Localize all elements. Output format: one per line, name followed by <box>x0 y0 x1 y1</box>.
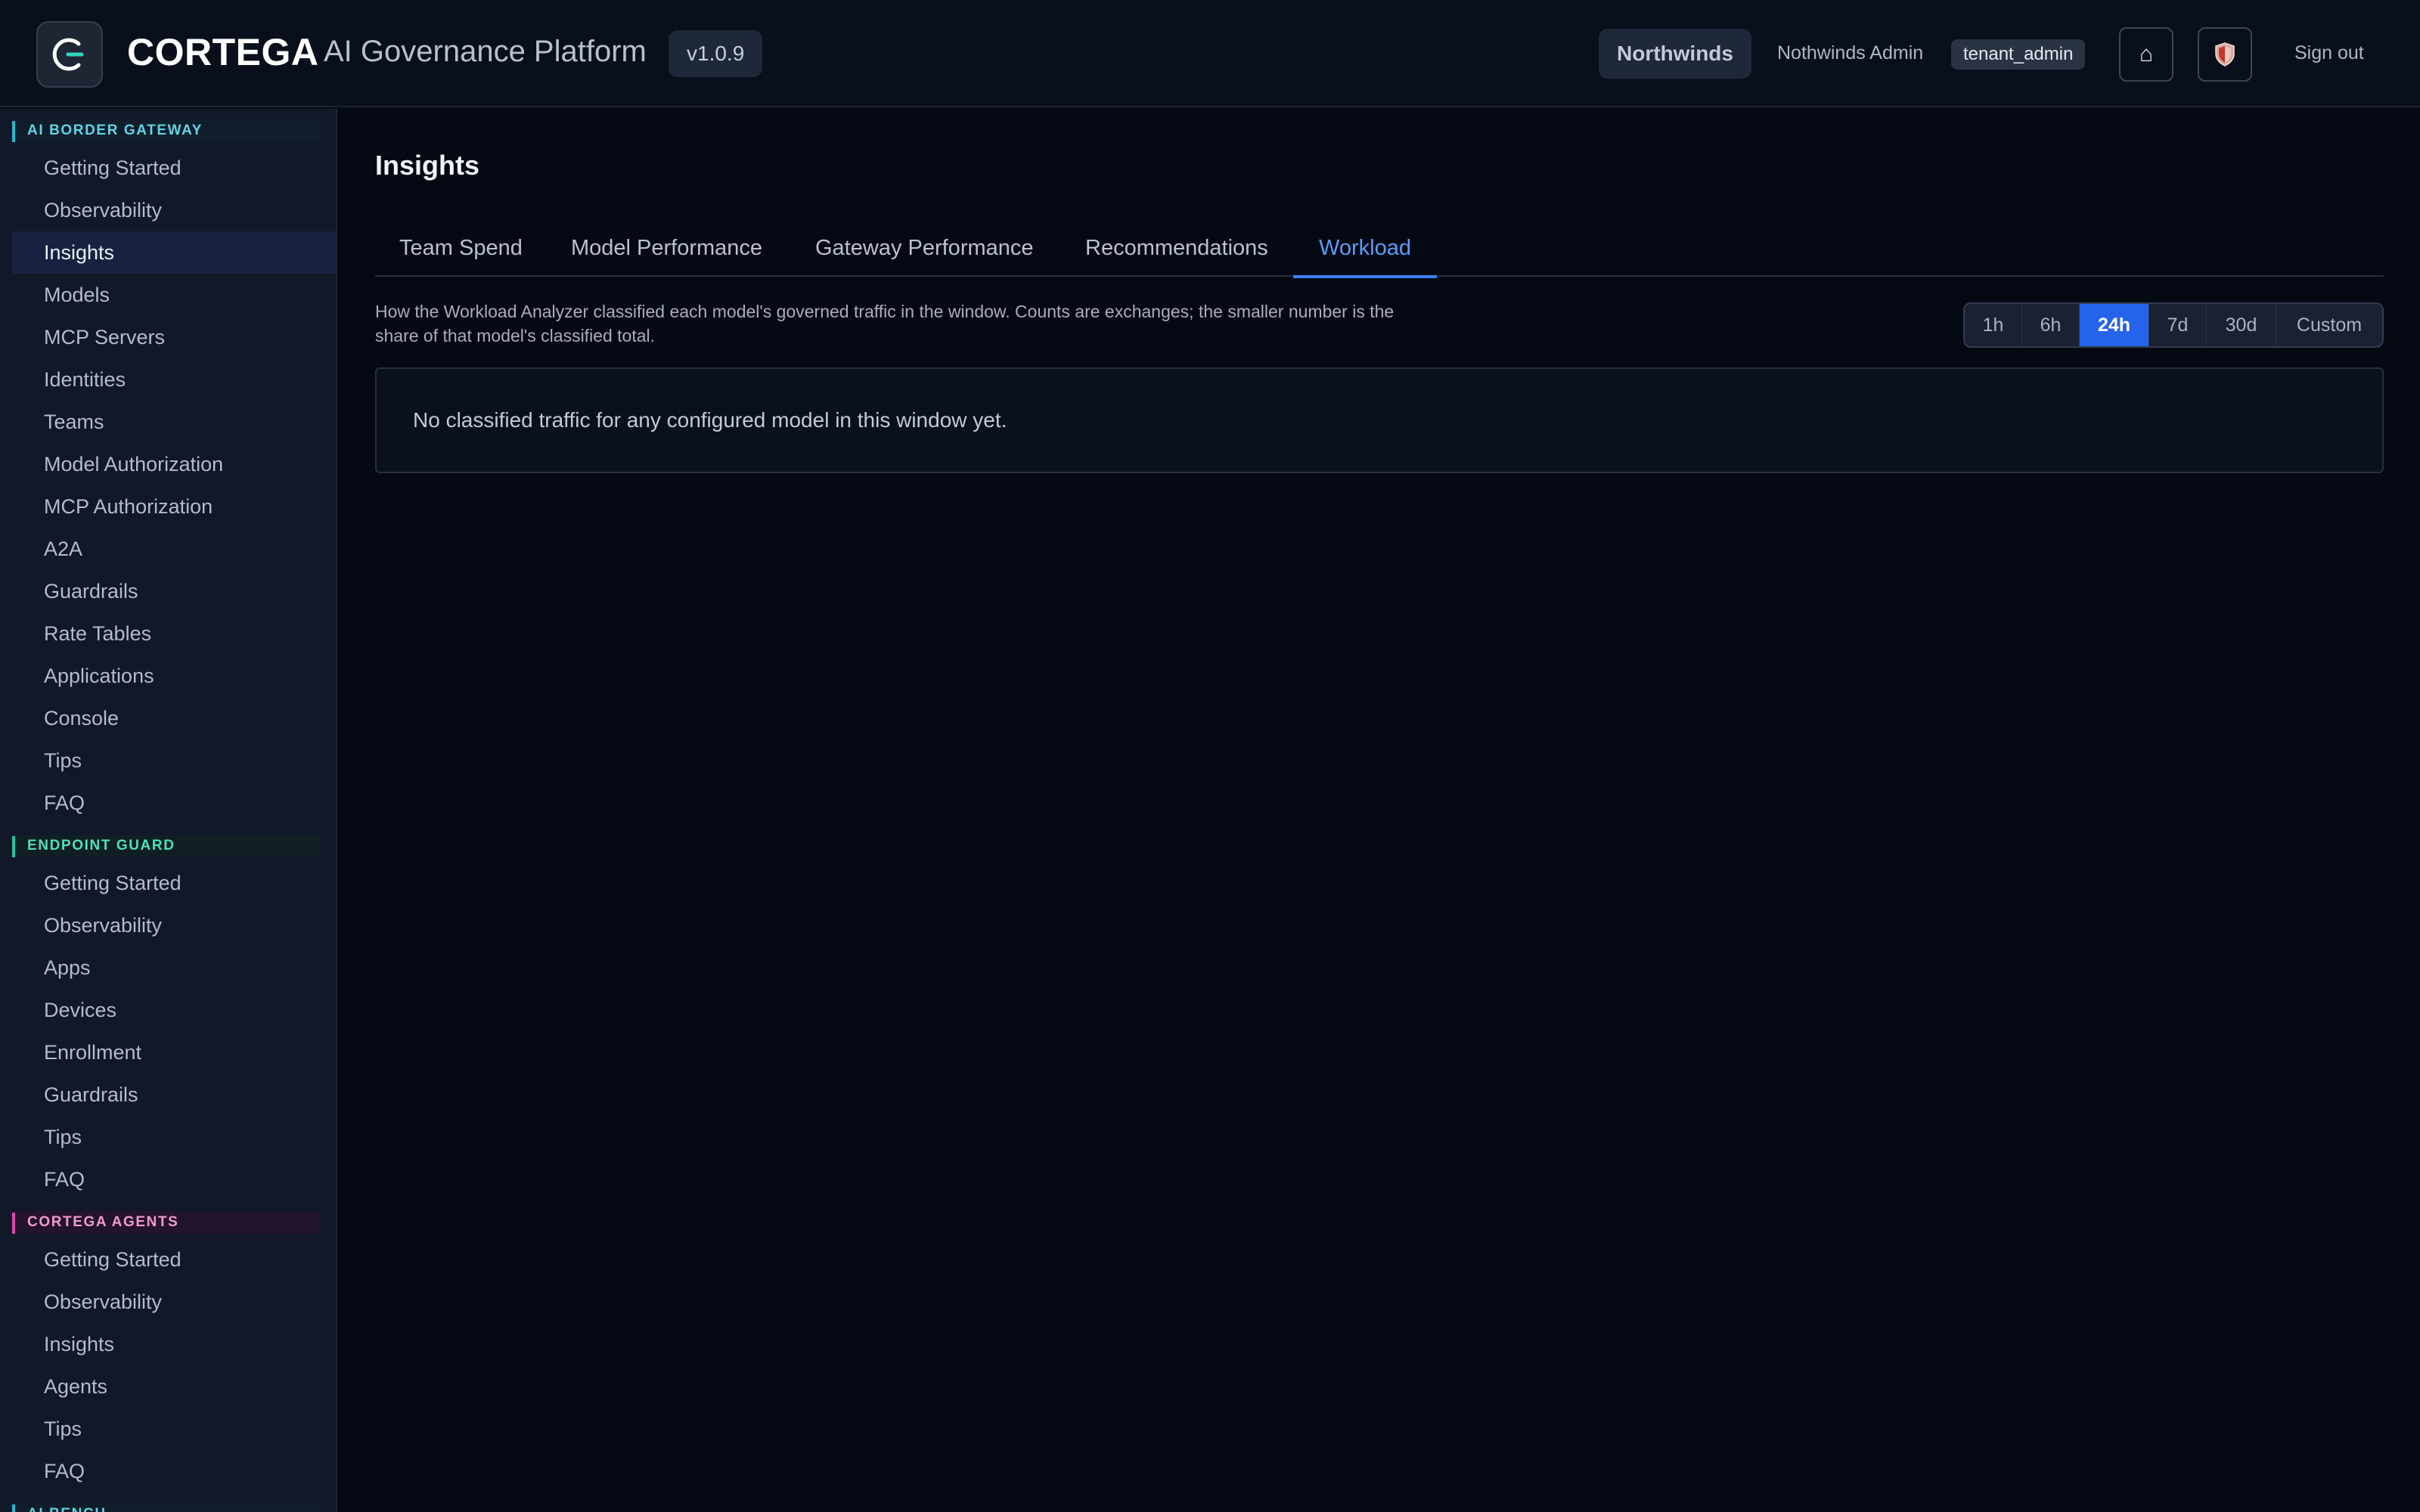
home-icon: ⌂ <box>2139 42 2154 67</box>
top-header: CORTEGA AI Governance Platform v1.0.9 No… <box>0 0 2420 107</box>
range-1h-button[interactable]: 1h <box>1965 304 2022 346</box>
user-name: Nothwinds Admin <box>1777 42 1924 64</box>
section-ai-border-gateway: AI BORDER GATEWAY <box>12 119 321 142</box>
sidebar-item-gateway-guardrails[interactable]: Guardrails <box>12 570 336 612</box>
sidebar-item-apps[interactable]: Apps <box>12 947 336 989</box>
sidebar-item-gateway-insights[interactable]: Insights <box>12 231 336 274</box>
tab-gateway-performance[interactable]: Gateway Performance <box>815 219 1034 277</box>
section-endpoint-guard: ENDPOINT GUARD <box>12 835 321 857</box>
sidebar-item-mcp-servers[interactable]: MCP Servers <box>12 316 336 358</box>
sign-out-link[interactable]: Sign out <box>2294 42 2364 64</box>
range-30d-button[interactable]: 30d <box>2207 304 2276 346</box>
range-6h-button[interactable]: 6h <box>2022 304 2080 346</box>
sidebar-item-identities[interactable]: Identities <box>12 358 336 401</box>
tab-workload[interactable]: Workload <box>1293 219 1437 278</box>
sidebar-item-agents-tips[interactable]: Tips <box>12 1408 336 1450</box>
sidebar-item-gateway-observability[interactable]: Observability <box>12 189 336 231</box>
section-ai-bench: AI BENCH <box>12 1503 321 1512</box>
sidebar-item-agents[interactable]: Agents <box>12 1365 336 1408</box>
tab-recommendations[interactable]: Recommendations <box>1085 219 1268 277</box>
sidebar-item-gateway-tips[interactable]: Tips <box>12 739 336 782</box>
home-button[interactable]: ⌂ <box>2119 27 2173 82</box>
sidebar-item-endpoint-tips[interactable]: Tips <box>12 1116 336 1158</box>
platform-name: AI Governance Platform <box>324 35 647 68</box>
role-badge: tenant_admin <box>1951 39 2086 70</box>
sidebar-item-gateway-faq[interactable]: FAQ <box>12 782 336 824</box>
cortega-logo-icon[interactable] <box>36 21 103 88</box>
tab-team-spend[interactable]: Team Spend <box>399 219 523 277</box>
workload-description: How the Workload Analyzer classified eac… <box>375 302 1395 345</box>
range-24h-button[interactable]: 24h <box>2080 304 2149 346</box>
sidebar-item-agents-observability[interactable]: Observability <box>12 1281 336 1323</box>
sidebar-item-gateway-getting-started[interactable]: Getting Started <box>12 147 336 189</box>
security-button[interactable] <box>2198 27 2252 82</box>
sidebar-item-rate-tables[interactable]: Rate Tables <box>12 612 336 655</box>
time-range-selector: 1h 6h 24h 7d 30d Custom <box>1963 302 2384 348</box>
range-7d-button[interactable]: 7d <box>2149 304 2207 346</box>
tenant-switcher[interactable]: Northwinds <box>1599 29 1751 79</box>
brand-name: CORTEGA <box>127 31 319 73</box>
sidebar-item-teams[interactable]: Teams <box>12 401 336 443</box>
sidebar-item-agents-insights[interactable]: Insights <box>12 1323 336 1365</box>
sidebar-item-model-authorization[interactable]: Model Authorization <box>12 443 336 485</box>
workload-empty-state: No classified traffic for any configured… <box>375 367 2384 473</box>
sidebar-item-enrollment[interactable]: Enrollment <box>12 1031 336 1074</box>
tab-model-performance[interactable]: Model Performance <box>571 219 762 277</box>
sidebar-item-agents-faq[interactable]: FAQ <box>12 1450 336 1492</box>
page-title: Insights <box>375 150 480 181</box>
sidebar-item-agents-getting-started[interactable]: Getting Started <box>12 1238 336 1281</box>
section-cortega-agents: CORTEGA AGENTS <box>12 1211 321 1234</box>
sidebar-item-console[interactable]: Console <box>12 697 336 739</box>
sidebar-item-mcp-authorization[interactable]: MCP Authorization <box>12 485 336 528</box>
range-custom-button[interactable]: Custom <box>2276 304 2382 346</box>
insights-tabs: Team Spend Model Performance Gateway Per… <box>375 219 2384 278</box>
sidebar-item-endpoint-guardrails[interactable]: Guardrails <box>12 1074 336 1116</box>
sidebar-item-endpoint-getting-started[interactable]: Getting Started <box>12 862 336 904</box>
sidebar-item-endpoint-observability[interactable]: Observability <box>12 904 336 947</box>
empty-state-message: No classified traffic for any configured… <box>413 408 1007 432</box>
sidebar-item-devices[interactable]: Devices <box>12 989 336 1031</box>
sidebar-item-models[interactable]: Models <box>12 274 336 316</box>
sidebar-item-endpoint-faq[interactable]: FAQ <box>12 1158 336 1201</box>
sidebar-nav: AI BORDER GATEWAY Getting Started Observ… <box>0 109 337 1512</box>
sidebar-item-applications[interactable]: Applications <box>12 655 336 697</box>
sidebar-item-a2a[interactable]: A2A <box>12 528 336 570</box>
version-badge: v1.0.9 <box>669 30 763 77</box>
shield-icon <box>2215 42 2235 67</box>
